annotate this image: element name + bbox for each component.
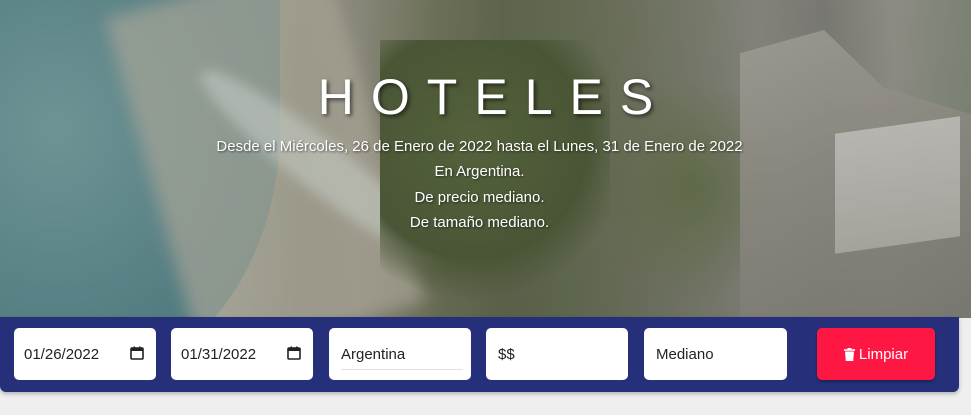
clear-button[interactable]: Limpiar xyxy=(817,328,935,380)
calendar-icon[interactable] xyxy=(287,346,301,360)
date-range-text: Desde el Miércoles, 26 de Enero de 2022 … xyxy=(216,138,743,155)
size-value: Mediano xyxy=(656,345,714,363)
calendar-icon[interactable] xyxy=(130,346,144,360)
date-from-input[interactable]: 01/26/2022 xyxy=(14,328,156,380)
filter-bar: 01/26/2022 01/31/2022 Argentina $$ Media… xyxy=(0,317,959,392)
price-select[interactable]: $$ xyxy=(486,328,628,380)
clear-button-label: Limpiar xyxy=(858,345,909,363)
size-text: De tamaño mediano. xyxy=(409,214,550,231)
select-underline xyxy=(341,369,463,370)
hero-banner: HOTELES Desde el Miércoles, 26 de Enero … xyxy=(0,0,971,318)
price-text: De precio mediano. xyxy=(414,189,545,206)
date-to-input[interactable]: 01/31/2022 xyxy=(171,328,313,380)
size-select[interactable]: Mediano xyxy=(644,328,787,380)
country-value: Argentina xyxy=(341,345,406,363)
hero-overlay xyxy=(0,0,971,318)
trash-icon xyxy=(843,347,855,361)
page-title: HOTELES xyxy=(317,69,671,125)
country-select[interactable]: Argentina xyxy=(329,328,471,380)
date-from-value: 01/26/2022 xyxy=(24,345,100,363)
country-text: En Argentina. xyxy=(434,163,525,180)
price-value: $$ xyxy=(498,345,515,363)
date-to-value: 01/31/2022 xyxy=(181,345,257,363)
